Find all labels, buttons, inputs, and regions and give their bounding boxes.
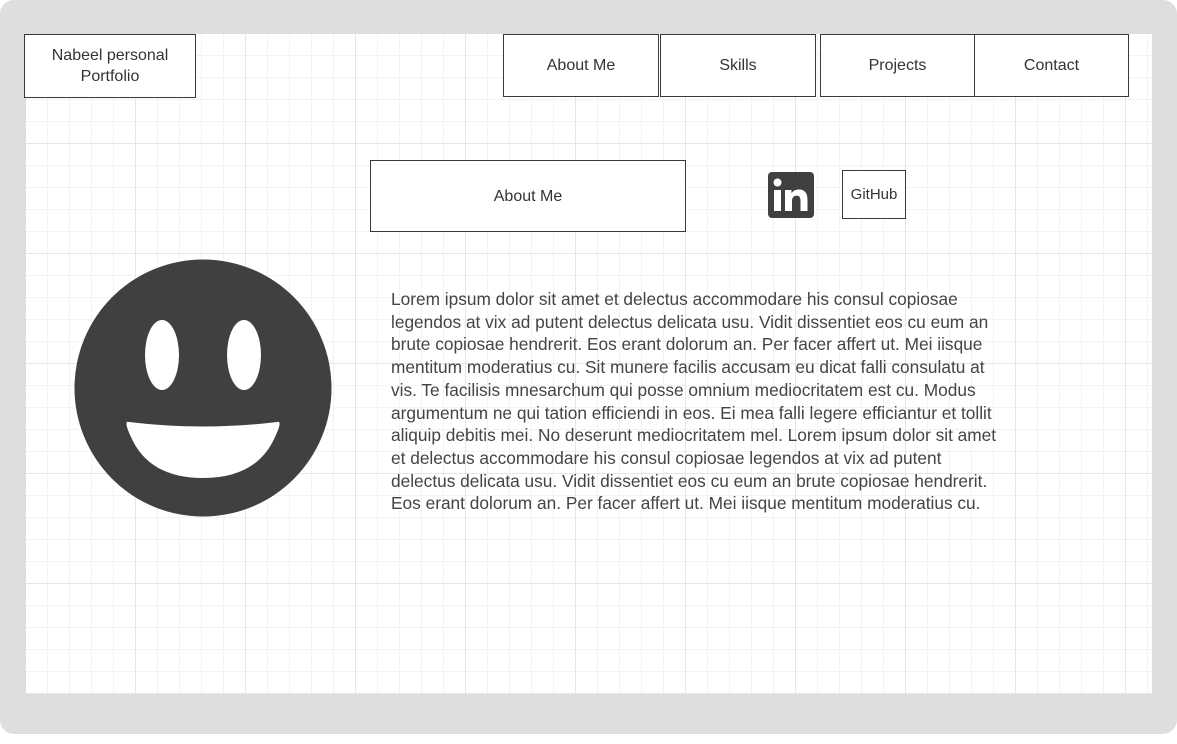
section-title: About Me: [370, 160, 686, 232]
nav-contact[interactable]: Contact: [974, 34, 1129, 97]
nav-about-me-label: About Me: [546, 57, 616, 74]
github-link[interactable]: GitHub: [842, 170, 906, 219]
nav-projects-label: Projects: [868, 57, 927, 74]
nav-skills-label: Skills: [719, 57, 757, 74]
linkedin-icon[interactable]: [768, 172, 814, 218]
nav-skills[interactable]: Skills: [660, 34, 816, 97]
github-label: GitHub: [850, 186, 898, 203]
section-title-text: About Me: [493, 187, 563, 205]
nav-contact-label: Contact: [1023, 57, 1080, 74]
site-logo-text: Nabeel personal Portfolio: [51, 47, 169, 85]
site-logo[interactable]: Nabeel personal Portfolio: [24, 34, 196, 98]
about-paragraph: Lorem ipsum dolor sit amet et delectus a…: [391, 289, 997, 514]
nav-projects[interactable]: Projects: [820, 34, 975, 97]
smiley-face-icon: [74, 259, 332, 517]
nav-about-me[interactable]: About Me: [503, 34, 659, 97]
